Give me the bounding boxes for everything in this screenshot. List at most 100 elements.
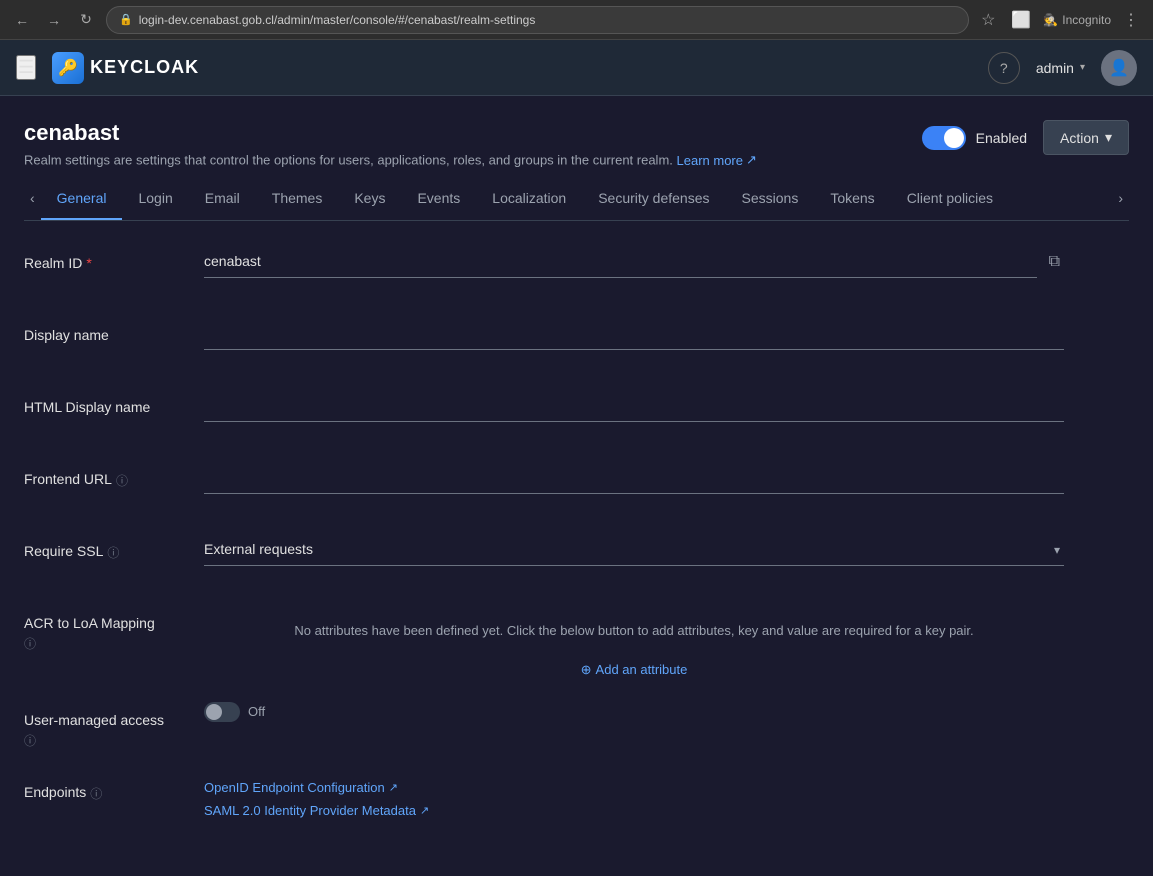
- main-content: cenabast Realm settings are settings tha…: [0, 96, 1153, 876]
- frontend-url-field: Frontend URL ⓘ: [24, 461, 1129, 509]
- logo-text: KEYCLOAK: [90, 57, 199, 78]
- page-title: cenabast: [24, 120, 922, 146]
- tab-client-policies[interactable]: Client policies: [891, 178, 1009, 220]
- realm-id-input[interactable]: [204, 245, 1037, 278]
- tab-scroll-left[interactable]: ‹: [24, 176, 41, 220]
- tab-themes[interactable]: Themes: [256, 178, 339, 220]
- display-name-label: Display name: [24, 327, 109, 343]
- acr-label-col: ACR to LoA Mapping ⓘ: [24, 605, 204, 652]
- realm-id-field: Realm ID * ⧉: [24, 245, 1129, 293]
- endpoints-label: Endpoints: [24, 784, 86, 800]
- toggle-knob: [944, 128, 964, 148]
- plus-icon: ⊕: [581, 662, 592, 678]
- menu-button[interactable]: ⋮: [1119, 6, 1143, 34]
- incognito-label: Incognito: [1062, 13, 1111, 27]
- description-text: Realm settings are settings that control…: [24, 153, 673, 168]
- help-button[interactable]: ?: [988, 52, 1020, 84]
- user-managed-help-icon: ⓘ: [24, 732, 164, 749]
- action-button[interactable]: Action ▾: [1043, 120, 1129, 155]
- endpoints-field: Endpoints ⓘ OpenID Endpoint Configuratio…: [24, 774, 1129, 822]
- user-managed-label-col: User-managed access ⓘ: [24, 702, 204, 749]
- realm-enabled-toggle[interactable]: [922, 126, 966, 150]
- user-managed-label: User-managed access: [24, 712, 164, 728]
- realm-id-label-col: Realm ID *: [24, 245, 204, 271]
- page-header: cenabast Realm settings are settings tha…: [24, 120, 1129, 168]
- realm-id-input-wrapper: ⧉: [204, 245, 1064, 278]
- tab-email[interactable]: Email: [189, 178, 256, 220]
- realm-id-label: Realm ID: [24, 255, 82, 271]
- endpoints-help-icon: ⓘ: [90, 785, 102, 802]
- page-header-actions: Enabled Action ▾: [922, 120, 1129, 155]
- avatar[interactable]: 👤: [1101, 50, 1137, 86]
- openid-endpoint-link[interactable]: OpenID Endpoint Configuration ↗: [204, 780, 1064, 795]
- require-ssl-label-col: Require SSL ⓘ: [24, 533, 204, 561]
- user-managed-off-label: Off: [248, 704, 265, 719]
- admin-menu[interactable]: admin ▾: [1036, 60, 1085, 76]
- require-ssl-select[interactable]: External requests None All requests: [204, 533, 1064, 566]
- reload-button[interactable]: ↻: [74, 8, 98, 32]
- action-label: Action: [1060, 130, 1099, 146]
- frontend-url-input[interactable]: [204, 461, 1064, 494]
- lock-icon: 🔒: [119, 13, 133, 26]
- page-title-area: cenabast Realm settings are settings tha…: [24, 120, 922, 168]
- acr-empty-state: No attributes have been defined yet. Cli…: [204, 605, 1064, 654]
- realm-id-required: *: [86, 255, 91, 271]
- require-ssl-help-icon: ⓘ: [107, 544, 119, 561]
- display-name-input[interactable]: [204, 317, 1064, 350]
- add-attribute-button[interactable]: ⊕ Add an attribute: [581, 662, 688, 678]
- realm-id-copy-button[interactable]: ⧉: [1045, 249, 1064, 275]
- saml-endpoint-link[interactable]: SAML 2.0 Identity Provider Metadata ↗: [204, 803, 1064, 818]
- endpoint-2-ext-icon: ↗: [420, 804, 429, 817]
- acr-empty-text: No attributes have been defined yet. Cli…: [294, 623, 973, 638]
- help-icon: ?: [1000, 60, 1008, 76]
- require-ssl-input-col: External requests None All requests ▾: [204, 533, 1064, 566]
- toggle-small-knob: [206, 704, 222, 720]
- html-display-name-input[interactable]: [204, 389, 1064, 422]
- external-link-icon: ↗: [746, 152, 757, 168]
- avatar-icon: 👤: [1109, 58, 1129, 78]
- tab-scroll-right[interactable]: ›: [1112, 176, 1129, 220]
- html-display-name-label: HTML Display name: [24, 399, 150, 415]
- learn-more-link[interactable]: Learn more ↗: [677, 152, 757, 168]
- endpoint-1-ext-icon: ↗: [389, 781, 398, 794]
- user-managed-field: User-managed access ⓘ Off: [24, 702, 1129, 750]
- tab-events[interactable]: Events: [401, 178, 476, 220]
- incognito-icon: 🕵: [1043, 13, 1058, 27]
- require-ssl-select-wrapper: External requests None All requests ▾: [204, 533, 1064, 566]
- endpoints-label-col: Endpoints ⓘ: [24, 774, 204, 802]
- sidebar-toggle[interactable]: ☰: [16, 55, 36, 80]
- endpoints-input-col: OpenID Endpoint Configuration ↗ SAML 2.0…: [204, 774, 1064, 818]
- user-managed-input-col: Off: [204, 702, 1064, 722]
- display-name-field: Display name: [24, 317, 1129, 365]
- extensions-button[interactable]: ⬜: [1007, 6, 1035, 34]
- bookmark-button[interactable]: ☆: [977, 6, 999, 34]
- tab-localization[interactable]: Localization: [476, 178, 582, 220]
- forward-button[interactable]: →: [42, 8, 66, 32]
- user-managed-toggle[interactable]: [204, 702, 240, 722]
- add-attribute-label: Add an attribute: [596, 662, 688, 677]
- url-text: login-dev.cenabast.gob.cl/admin/master/c…: [139, 13, 536, 27]
- html-display-name-field: HTML Display name: [24, 389, 1129, 437]
- frontend-url-help-icon: ⓘ: [116, 472, 128, 489]
- tab-tokens[interactable]: Tokens: [814, 178, 890, 220]
- acr-help-icon: ⓘ: [24, 635, 155, 652]
- app-header: ☰ 🔑 KEYCLOAK ? admin ▾ 👤: [0, 40, 1153, 96]
- endpoint-2-label: SAML 2.0 Identity Provider Metadata: [204, 803, 416, 818]
- url-bar[interactable]: 🔒 login-dev.cenabast.gob.cl/admin/master…: [106, 6, 969, 34]
- tab-login[interactable]: Login: [122, 178, 188, 220]
- display-name-label-col: Display name: [24, 317, 204, 343]
- endpoint-1-label: OpenID Endpoint Configuration: [204, 780, 385, 795]
- browser-actions: ☆ ⬜ 🕵 Incognito ⋮: [977, 6, 1143, 34]
- endpoint-links: OpenID Endpoint Configuration ↗ SAML 2.0…: [204, 774, 1064, 818]
- back-button[interactable]: ←: [10, 8, 34, 32]
- frontend-url-label: Frontend URL: [24, 471, 112, 487]
- admin-dropdown-arrow: ▾: [1080, 62, 1085, 73]
- tab-sessions[interactable]: Sessions: [726, 178, 815, 220]
- admin-label: admin: [1036, 60, 1074, 76]
- frontend-url-label-col: Frontend URL ⓘ: [24, 461, 204, 489]
- tab-security-defenses[interactable]: Security defenses: [582, 178, 725, 220]
- tabs-container: ‹ General Login Email Themes Keys Events…: [24, 176, 1129, 221]
- tab-general[interactable]: General: [41, 178, 123, 220]
- tab-keys[interactable]: Keys: [338, 178, 401, 220]
- form-section: Realm ID * ⧉ Display name: [24, 245, 1129, 822]
